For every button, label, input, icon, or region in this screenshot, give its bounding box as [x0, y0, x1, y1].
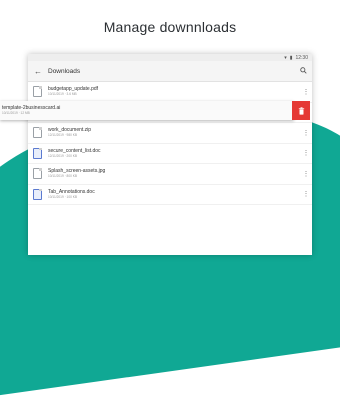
file-icon — [33, 127, 42, 139]
file-icon — [33, 86, 42, 98]
status-bar: ▾ ▮ 12:30 — [28, 54, 312, 61]
doc-icon — [33, 147, 42, 159]
page-headline: Manage downnloads — [103, 19, 237, 35]
app-title: Downloads — [48, 67, 81, 75]
more-options-icon[interactable]: ⋮ — [300, 170, 312, 178]
status-time: 12:30 — [295, 54, 308, 61]
battery-icon: ▮ — [289, 54, 293, 61]
list-item[interactable]: secure_content_list.doc 12/11/2019 · 200… — [28, 144, 312, 164]
file-meta: 10/11/2019 · 12 MB — [2, 111, 30, 115]
app-bar: ← Downloads — [28, 61, 312, 82]
file-icon — [33, 168, 42, 180]
device-frame: ▾ ▮ 12:30 ← Downloads budgetapp_update.p… — [28, 54, 312, 255]
list-item[interactable]: budgetapp_update.pdf 10/11/2019 · 3.6 MB… — [28, 82, 312, 103]
list-item[interactable]: work_document.zip 12/11/2019 · 980 KB ⋮ — [28, 123, 312, 144]
file-meta: 12/11/2019 · 980 KB — [48, 133, 78, 138]
list-item[interactable]: Splash_screen-assets.jpg 10/11/2019 · 80… — [28, 164, 312, 185]
file-meta: 10/11/2019 · 100 KB — [48, 194, 78, 199]
delete-button[interactable] — [292, 101, 310, 120]
more-options-icon[interactable]: ⋮ — [300, 149, 312, 157]
more-options-icon[interactable]: ⋮ — [300, 129, 312, 137]
search-icon[interactable] — [294, 66, 312, 76]
file-meta: 12/11/2019 · 200 KB — [48, 153, 78, 158]
signal-icon: ▾ — [284, 54, 287, 61]
file-meta: 10/11/2019 · 800 KB — [48, 174, 78, 179]
swiped-list-item[interactable]: template-2businesscard.ai 10/11/2019 · 1… — [0, 101, 294, 120]
file-meta: 10/11/2019 · 3.6 MB — [48, 92, 77, 97]
more-options-icon[interactable]: ⋮ — [300, 190, 312, 198]
trash-icon — [298, 106, 304, 115]
list-item[interactable]: Tab_Annotations.doc 10/11/2019 · 100 KB … — [28, 185, 312, 205]
more-options-icon[interactable]: ⋮ — [300, 88, 312, 96]
doc-icon — [33, 188, 42, 200]
back-arrow-icon[interactable]: ← — [28, 67, 48, 76]
